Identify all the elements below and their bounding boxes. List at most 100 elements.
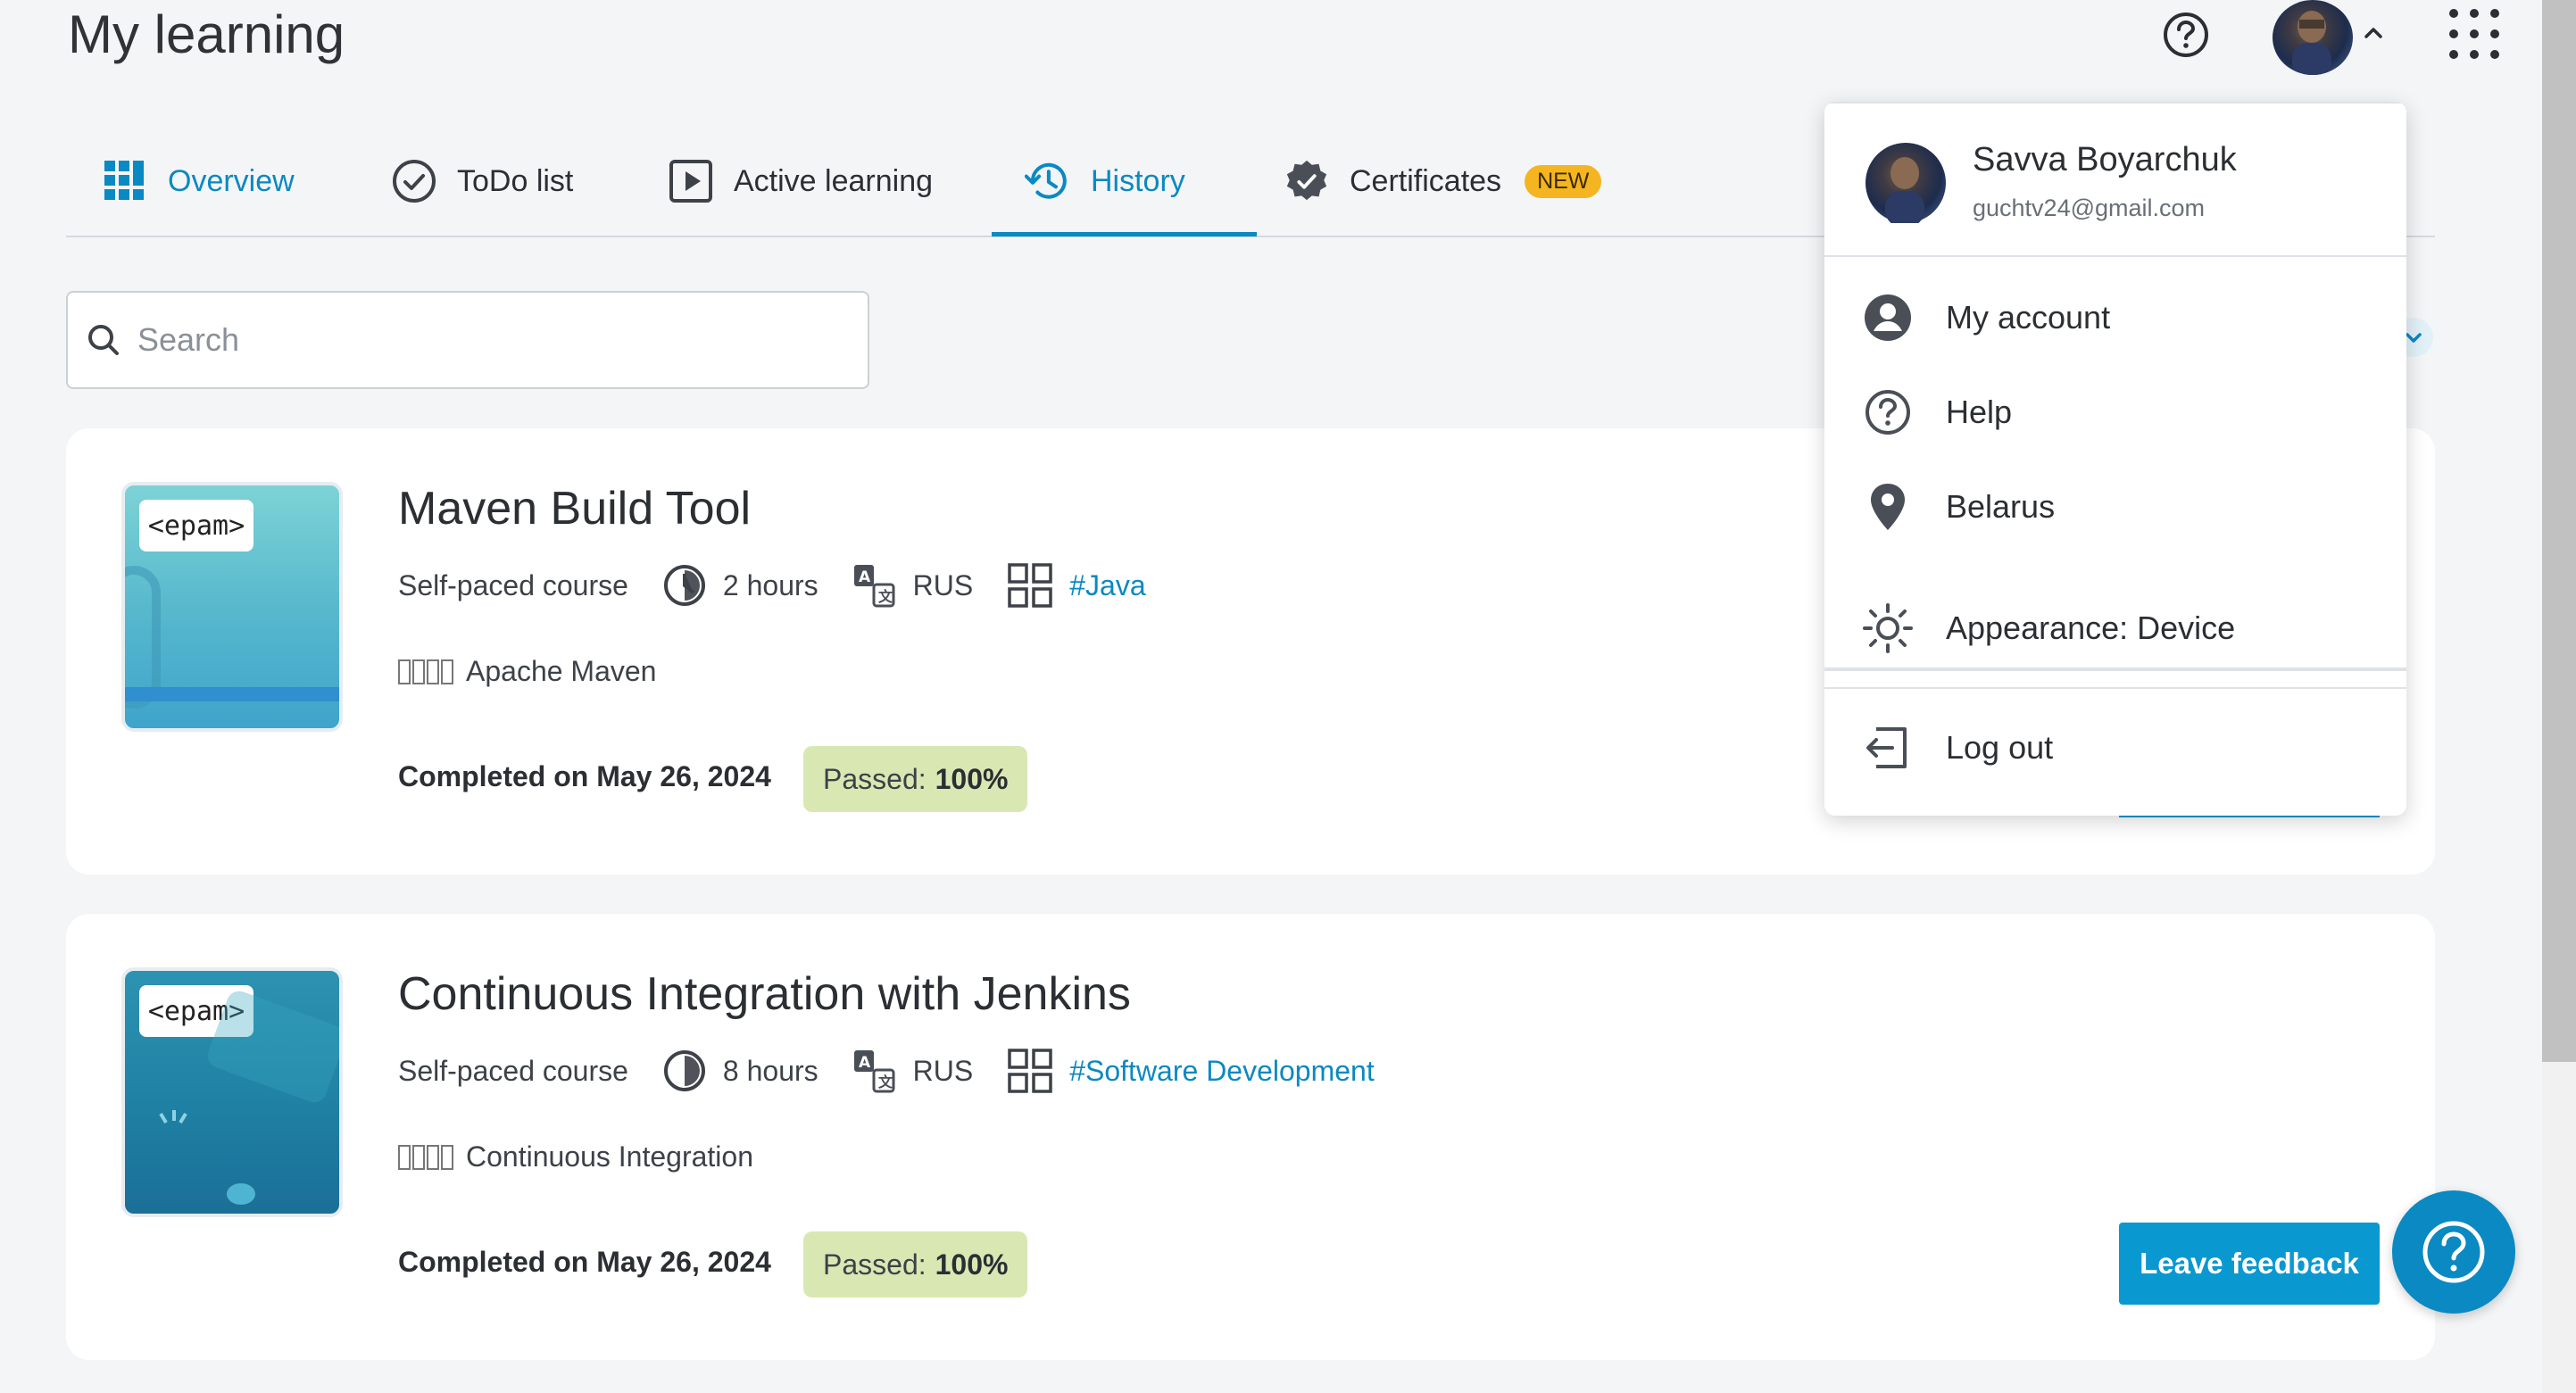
tab-history[interactable]: History (1025, 125, 1185, 237)
course-skill: Continuous Integration (398, 1140, 753, 1173)
user-menu-dropdown: Savva Boyarchuk guchtv24@gmail.com My ac… (1824, 102, 2406, 816)
search-input[interactable] (137, 321, 834, 359)
course-category[interactable]: #Java (1007, 562, 1146, 609)
course-thumbnail: <epam> (121, 967, 343, 1217)
tab-label: Overview (168, 163, 295, 198)
clock-icon (663, 565, 705, 606)
category-tag[interactable]: #Java (1069, 569, 1145, 602)
passed-value: 100% (935, 1248, 1009, 1281)
tab-label: History (1091, 163, 1185, 198)
apps-grid-icon[interactable] (2449, 9, 2499, 59)
svg-text:A: A (859, 568, 871, 586)
menu-item-help[interactable]: Help (1824, 368, 2406, 457)
menu-divider (1824, 102, 2406, 104)
course-title[interactable]: Continuous Integration with Jenkins (398, 967, 1131, 1021)
menu-item-location[interactable]: Belarus (1824, 462, 2406, 551)
menu-item-label: Appearance: Device (1946, 609, 2236, 646)
user-name: Savva Boyarchuk (1973, 141, 2237, 178)
verified-badge-icon (1284, 158, 1330, 204)
course-duration: 8 hours (662, 1049, 819, 1093)
new-badge: NEW (1525, 164, 1602, 198)
dashboard-icon (102, 158, 148, 204)
tab-label: Certificates (1350, 163, 1502, 198)
menu-item-label: Belarus (1946, 488, 2056, 525)
course-category[interactable]: #Software Development (1007, 1048, 1375, 1094)
passed-badge: Passed: 100% (803, 1231, 1028, 1298)
play-square-icon (668, 158, 714, 204)
menu-item-log-out[interactable]: Log out (1824, 703, 2406, 792)
chevron-up-icon[interactable] (2360, 20, 2387, 46)
tab-todo-list[interactable]: ToDo list (391, 125, 573, 237)
course-type: Self-paced course (398, 1055, 628, 1088)
clock-icon (663, 1050, 705, 1091)
leave-feedback-button[interactable]: Leave feedback (2119, 1223, 2380, 1305)
skill-label: Continuous Integration (466, 1140, 753, 1173)
menu-item-my-account[interactable]: My account (1824, 273, 2406, 362)
translate-icon: A文 (853, 1050, 895, 1093)
tab-label: ToDo list (457, 163, 574, 198)
tab-certificates[interactable]: Certificates NEW (1284, 125, 1602, 237)
avatar (1866, 143, 1946, 227)
course-meta: Self-paced course 2 hours A文 RUS #Java (398, 562, 1180, 609)
course-type: Self-paced course (398, 569, 628, 602)
duration-label: 2 hours (722, 568, 819, 601)
account-circle-icon (1862, 292, 1914, 344)
help-fab-button[interactable] (2392, 1190, 2515, 1314)
passed-label: Passed: (823, 1248, 927, 1281)
user-avatar[interactable] (2273, 0, 2353, 75)
grid-icon (1008, 1049, 1052, 1093)
search-box[interactable] (66, 291, 869, 389)
page-title: My learning (68, 4, 345, 64)
menu-item-appearance[interactable]: Appearance: Device (1824, 584, 2406, 673)
menu-divider (1824, 687, 2406, 689)
skill-glyphs (398, 659, 453, 684)
scrollbar[interactable] (2542, 0, 2576, 1393)
search-icon (88, 325, 119, 355)
thumbnail-decoration (159, 991, 339, 1205)
scrollbar-thumb[interactable] (2542, 0, 2576, 1062)
sun-icon (1862, 602, 1914, 654)
tab-label: Active learning (734, 163, 934, 198)
completion-date: Completed on May 26, 2024 (398, 760, 771, 792)
thumbnail-decoration (125, 687, 339, 701)
check-circle-icon (391, 158, 437, 204)
passed-badge: Passed: 100% (803, 746, 1028, 812)
course-type-label: Self-paced course (398, 568, 628, 601)
active-tab-indicator (992, 232, 1257, 236)
svg-text:A: A (859, 1054, 871, 1072)
course-meta: Self-paced course 8 hours A文 RUS #Softwa… (398, 1048, 1408, 1094)
duration-label: 8 hours (722, 1054, 819, 1087)
history-icon (1025, 158, 1071, 204)
course-card[interactable]: <epam> Continuous Integration with Jenki… (66, 914, 2435, 1360)
svg-text:文: 文 (878, 1074, 893, 1090)
tab-overview[interactable]: Overview (102, 125, 295, 237)
help-icon (2422, 1221, 2485, 1283)
location-pin-icon (1862, 481, 1914, 533)
course-thumbnail: <epam> (121, 482, 343, 732)
menu-item-label: My account (1946, 299, 2111, 336)
skill-label: Apache Maven (466, 655, 657, 687)
passed-value: 100% (935, 762, 1009, 795)
course-language: A文 RUS (852, 1049, 974, 1093)
completion-date: Completed on May 26, 2024 (398, 1246, 771, 1278)
user-menu-header: Savva Boyarchuk guchtv24@gmail.com (1824, 102, 2406, 257)
menu-item-label: Help (1946, 394, 2013, 430)
help-icon[interactable] (2162, 11, 2210, 59)
menu-item-label: Log out (1946, 729, 2054, 766)
page: My learning Overview ToDo list Active le… (0, 0, 2576, 1393)
grid-icon (1008, 563, 1052, 608)
svg-text:文: 文 (878, 588, 893, 605)
course-language: A文 RUS (852, 563, 974, 608)
help-icon (1862, 386, 1914, 438)
tab-active-learning[interactable]: Active learning (668, 125, 933, 237)
language-label: RUS (912, 1054, 974, 1087)
course-type-label: Self-paced course (398, 1054, 628, 1087)
epam-logo: <epam> (139, 500, 253, 551)
skill-glyphs (398, 1144, 453, 1170)
logout-icon (1862, 722, 1914, 774)
category-tag[interactable]: #Software Development (1069, 1055, 1375, 1088)
passed-label: Passed: (823, 762, 927, 795)
course-title[interactable]: Maven Build Tool (398, 482, 751, 535)
course-duration: 2 hours (662, 563, 819, 608)
language-label: RUS (912, 568, 974, 601)
